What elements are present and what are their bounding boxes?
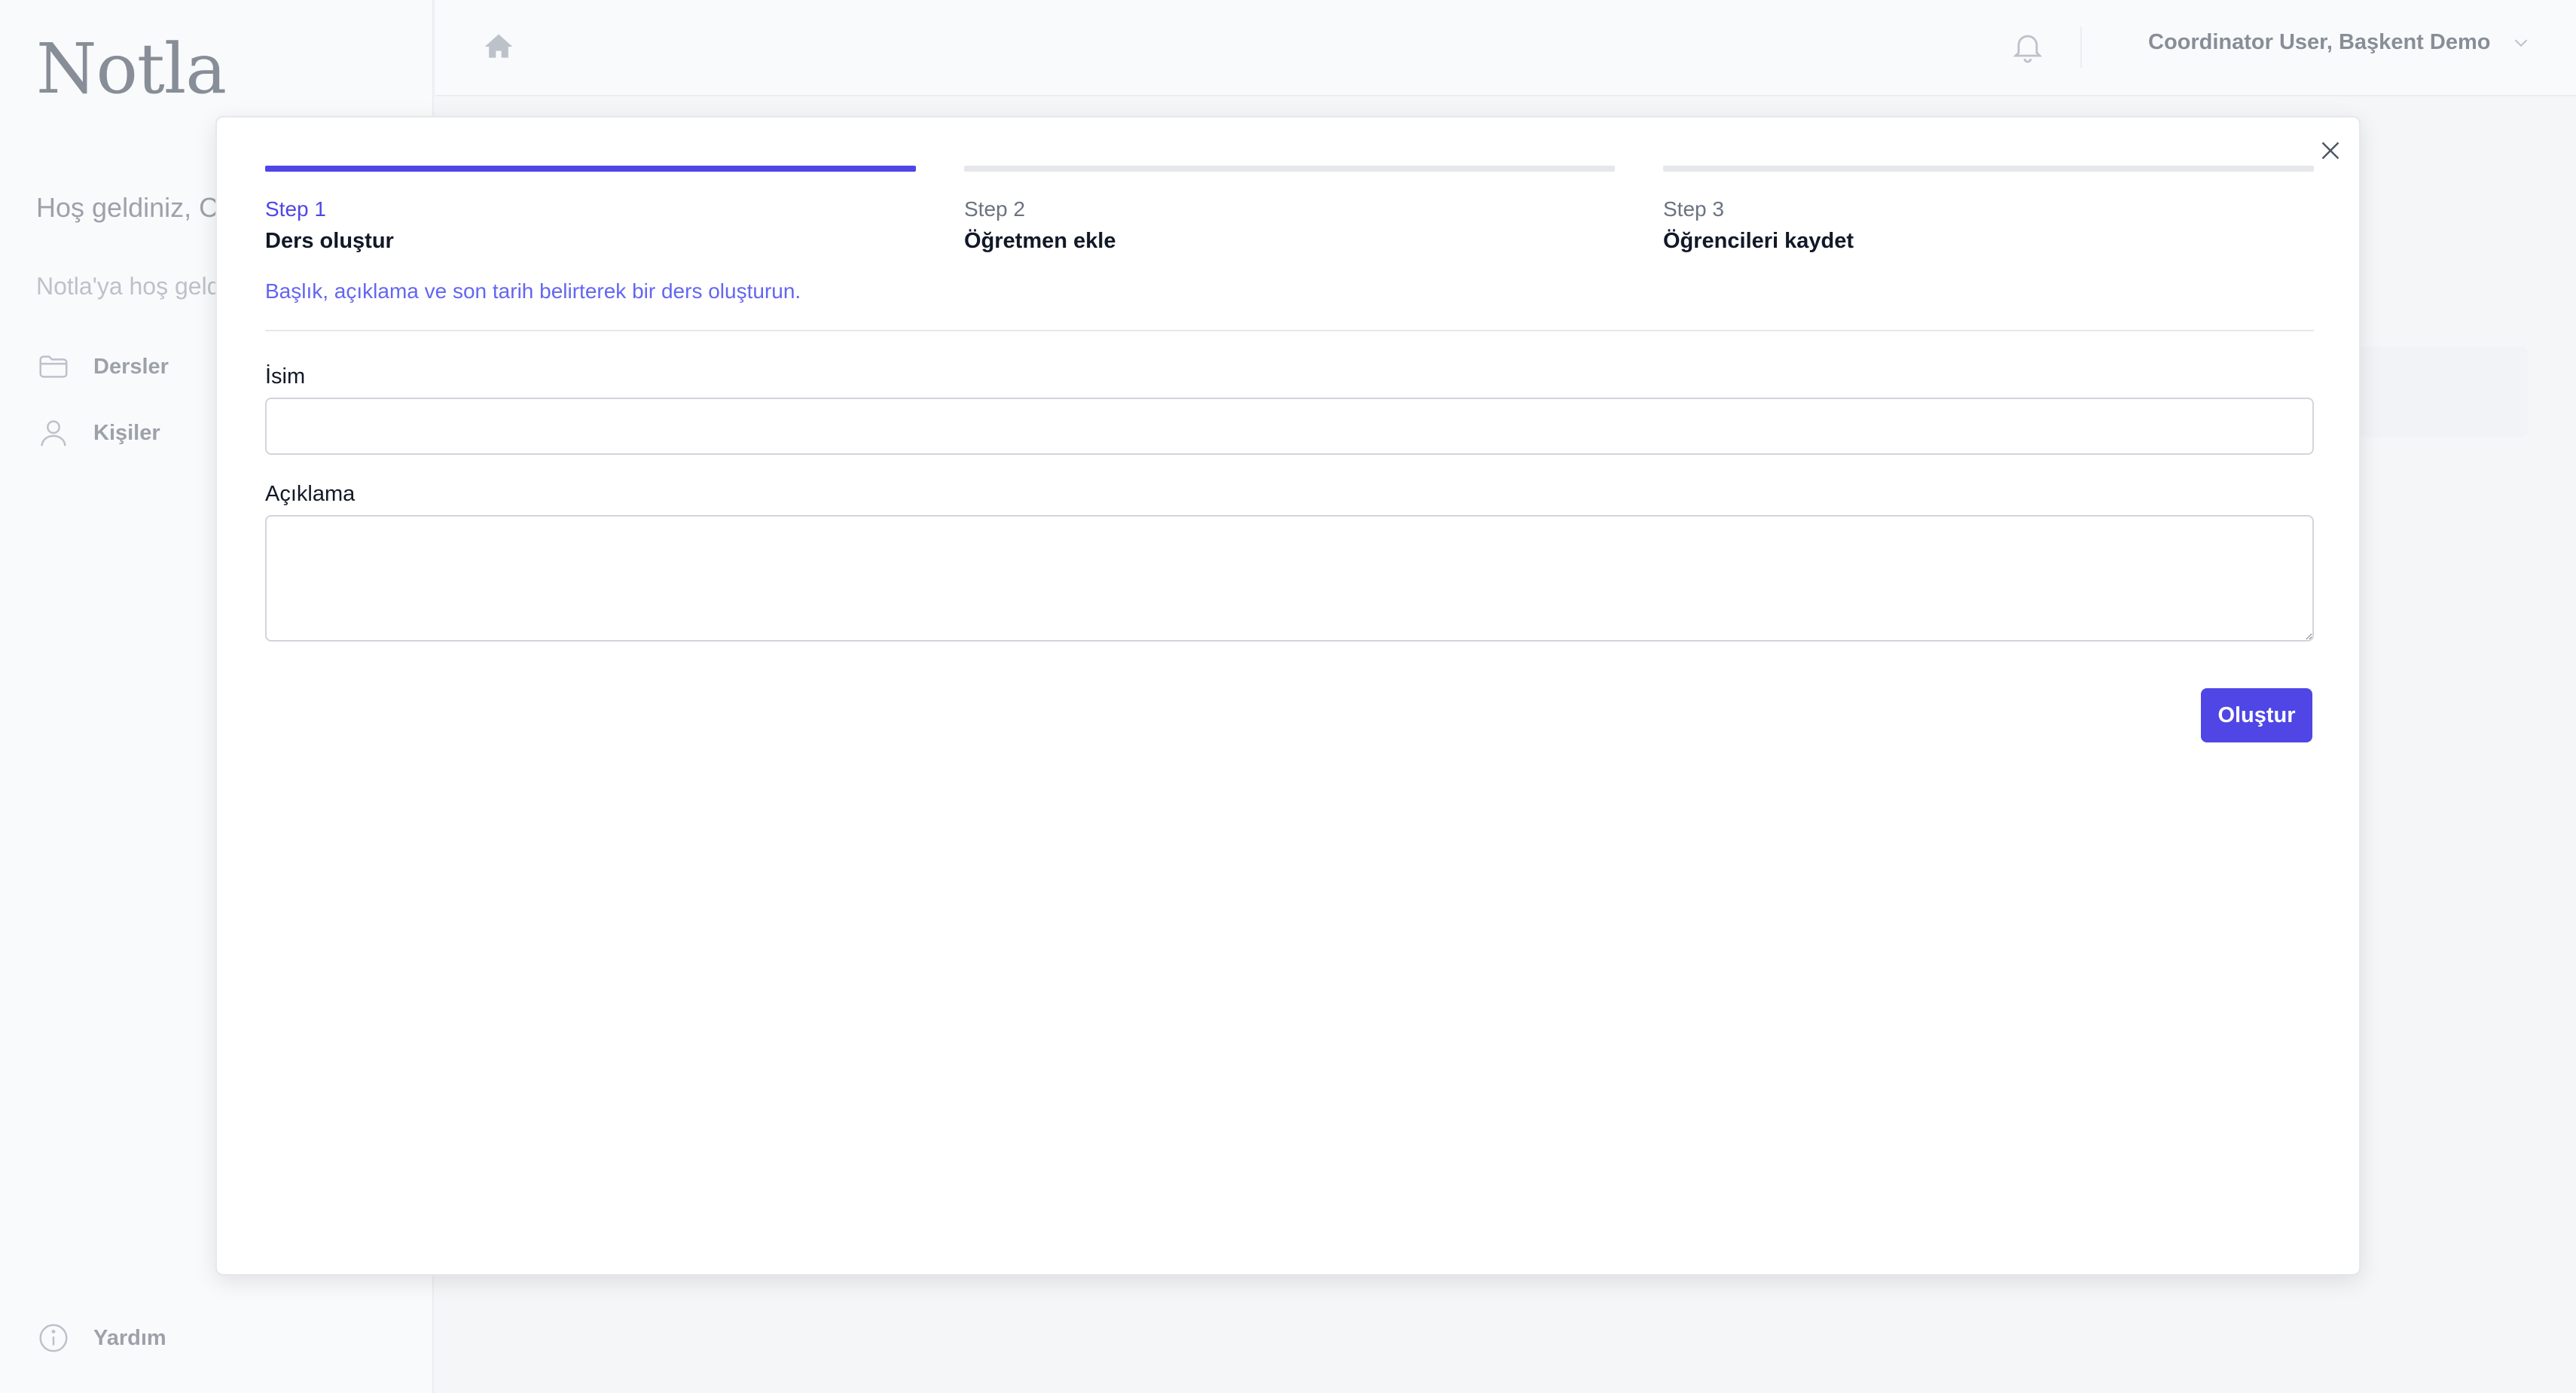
step-title: Öğrencileri kaydet <box>1663 229 1854 253</box>
close-button[interactable] <box>2314 134 2347 167</box>
create-course-modal: Step 1 Ders oluştur Başlık, açıklama ve … <box>215 116 2361 1276</box>
step-progress-bar <box>265 166 916 172</box>
description-textarea[interactable] <box>265 515 2314 642</box>
step-number: Step 2 <box>964 197 1025 221</box>
step-3[interactable]: Step 3 Öğrencileri kaydet <box>1663 166 2314 254</box>
section-divider <box>265 330 2314 331</box>
step-progress-bar <box>964 166 1615 172</box>
close-icon <box>2321 142 2339 160</box>
step-title: Öğretmen ekle <box>964 229 1116 253</box>
name-input[interactable] <box>265 398 2314 455</box>
step-1[interactable]: Step 1 Ders oluştur Başlık, açıklama ve … <box>265 166 916 303</box>
description-label: Açıklama <box>265 482 356 506</box>
step-title: Ders oluştur <box>265 229 394 253</box>
step-number: Step 1 <box>265 197 326 221</box>
name-label: İsim <box>265 364 306 389</box>
create-button[interactable]: Oluştur <box>2201 688 2312 742</box>
step-2[interactable]: Step 2 Öğretmen ekle <box>964 166 1615 254</box>
step-progress-bar <box>1663 166 2314 172</box>
step-description: Başlık, açıklama ve son tarih belirterek… <box>265 279 801 303</box>
step-number: Step 3 <box>1663 197 1724 221</box>
